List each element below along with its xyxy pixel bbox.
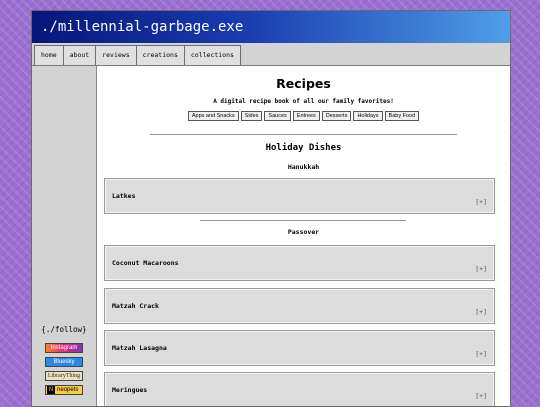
- category-desserts[interactable]: Desserts: [321, 111, 352, 121]
- divider: [200, 220, 406, 221]
- recipe-card-coconut-macaroons[interactable]: Coconut Macaroons [+]: [104, 245, 495, 281]
- nav-collections[interactable]: collections: [183, 45, 241, 65]
- nav-creations[interactable]: creations: [135, 45, 185, 65]
- site-window: ./millennial-garbage.exe home about revi…: [31, 10, 511, 407]
- expand-toggle[interactable]: [+]: [475, 265, 487, 273]
- nav-reviews[interactable]: reviews: [95, 45, 137, 65]
- librarything-label: LibraryThing: [47, 373, 81, 379]
- page-title: Recipes: [276, 76, 331, 91]
- bluesky-button[interactable]: Bluesky: [45, 357, 83, 367]
- expand-toggle[interactable]: [+]: [475, 392, 487, 400]
- recipe-label: Coconut Macaroons: [112, 259, 179, 267]
- expand-toggle[interactable]: [+]: [475, 350, 487, 358]
- category-bar: Apps and Snacks Sides Sauces Entrees Des…: [97, 111, 510, 121]
- group-title-hanukkah: Hanukkah: [287, 163, 320, 171]
- main-content: Recipes A digital recipe book of all our…: [97, 66, 510, 406]
- recipe-card-meringues[interactable]: Meringues [+]: [104, 372, 495, 406]
- recipe-card-matzah-crack[interactable]: Matzah Crack [+]: [104, 288, 495, 324]
- instagram-label: Instagram: [50, 345, 78, 351]
- category-sauces[interactable]: Sauces: [264, 111, 291, 121]
- category-baby-food[interactable]: Baby Food: [384, 111, 420, 121]
- expand-toggle[interactable]: [+]: [475, 198, 487, 206]
- nav-home[interactable]: home: [34, 45, 64, 65]
- recipe-card-matzah-lasagna[interactable]: Matzah Lasagna [+]: [104, 330, 495, 366]
- sidebar: {./follow} Instagram Bluesky LibraryThin…: [32, 66, 97, 406]
- nav-bar: home about reviews creations collections: [32, 45, 510, 66]
- nav-about[interactable]: about: [62, 45, 97, 65]
- instagram-button[interactable]: Instagram: [45, 343, 83, 353]
- librarything-button[interactable]: LibraryThing: [45, 371, 83, 381]
- neopets-label: neopets: [57, 387, 79, 393]
- recipe-label: Meringues: [112, 386, 148, 394]
- expand-toggle[interactable]: [+]: [475, 308, 487, 316]
- neopets-n-icon: N: [47, 386, 55, 394]
- group-title-passover: Passover: [287, 228, 320, 236]
- page-subtitle: A digital recipe book of all our family …: [213, 98, 394, 105]
- follow-title: {./follow}: [41, 325, 87, 334]
- recipe-label: Matzah Crack: [112, 302, 159, 310]
- divider: [150, 134, 457, 135]
- section-title: Holiday Dishes: [265, 143, 342, 153]
- recipe-label: Latkes: [112, 192, 136, 200]
- neopets-button[interactable]: N neopets: [45, 385, 83, 395]
- recipe-card-latkes[interactable]: Latkes [+]: [104, 178, 495, 214]
- bluesky-label: Bluesky: [53, 359, 75, 365]
- category-entrees[interactable]: Entrees: [292, 111, 320, 121]
- category-apps-snacks[interactable]: Apps and Snacks: [187, 111, 239, 121]
- category-sides[interactable]: Sides: [240, 111, 263, 121]
- category-holidays[interactable]: Holidays: [353, 111, 383, 121]
- site-title: ./millennial-garbage.exe: [32, 11, 510, 43]
- recipe-label: Matzah Lasagna: [112, 344, 167, 352]
